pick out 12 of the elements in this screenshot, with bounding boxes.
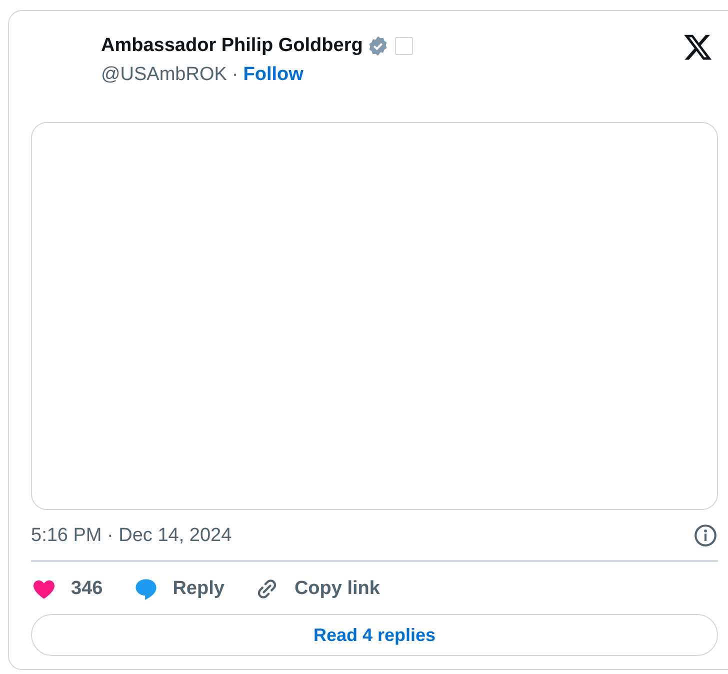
info-icon[interactable] (693, 523, 718, 548)
read-replies-button[interactable]: Read 4 replies (31, 614, 718, 656)
empty-square-icon (394, 37, 413, 55)
copy-link-button[interactable]: Copy link (254, 576, 394, 602)
author-handle[interactable]: @USAmbROK (101, 64, 227, 86)
separator-dot: · (232, 64, 238, 86)
x-logo-icon[interactable] (683, 32, 713, 62)
author-name[interactable]: Ambassador Philip Goldberg (101, 35, 363, 57)
timestamp[interactable]: 5:16 PM · Dec 14, 2024 (31, 524, 232, 546)
like-button[interactable]: 346 (31, 576, 117, 602)
follow-link[interactable]: Follow (243, 64, 304, 86)
reply-button[interactable]: Reply (132, 576, 238, 602)
